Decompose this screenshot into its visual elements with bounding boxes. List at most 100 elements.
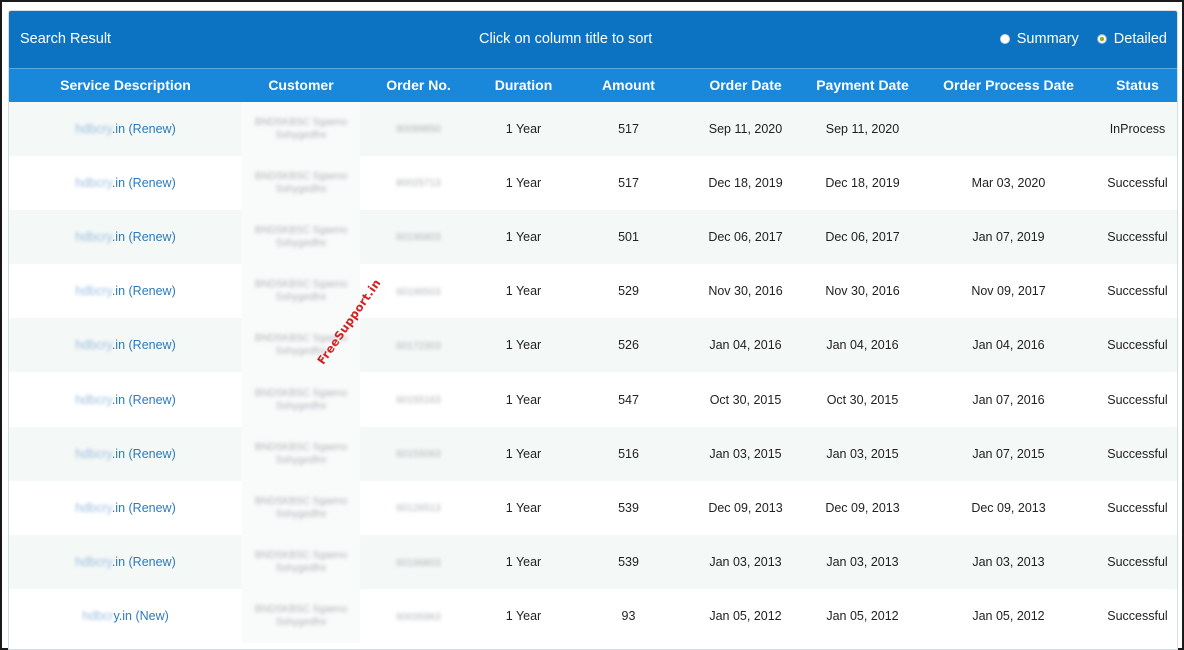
service-name-blurred: hdbcry <box>75 121 112 136</box>
col-header-duration[interactable]: Duration <box>477 68 570 102</box>
status-cell: Successful <box>1096 589 1177 644</box>
service-name-suffix: .in (Renew) <box>111 229 176 244</box>
service-name-suffix: .in (Renew) <box>111 500 176 515</box>
summary-radio-label: Summary <box>1016 31 1079 47</box>
customer-cell: BNDSKBSC Sgaeno Sshygedfre <box>242 209 360 265</box>
order-process-date-cell: Jan 03, 2013 <box>921 535 1096 590</box>
customer-line-1: BNDSKBSC Sgaeno <box>254 495 348 507</box>
customer-line-1: BNDSKBSC Sgaeno <box>254 116 348 128</box>
service-description-cell: hdbcry.in (New) <box>9 589 242 644</box>
customer-name-blurred: BNDSKBSC Sgaeno Sshygedfre <box>255 278 347 304</box>
customer-line-2: Sshygedfre <box>275 400 327 412</box>
service-description-cell: hdbcry.in (Renew) <box>9 318 242 373</box>
customer-line-2: Sshygedfre <box>275 454 327 466</box>
order-no-blurred: 60196803 <box>396 557 441 569</box>
table-row: hdbcry.in (Renew) BNDSKBSC Sgaeno Sshyged… <box>9 480 1177 535</box>
payment-date-cell: Jan 03, 2013 <box>804 535 921 590</box>
service-name-suffix: .in (Renew) <box>111 555 176 570</box>
order-no-blurred: 60196803 <box>396 232 441 244</box>
service-name-suffix: .in (Renew) <box>111 284 176 299</box>
service-link[interactable]: hdbcry.in (Renew) <box>75 122 176 136</box>
duration-cell: 1 Year <box>477 209 570 265</box>
col-header-amount[interactable]: Amount <box>570 68 687 102</box>
service-link[interactable]: hdbcry.in (Renew) <box>75 338 176 352</box>
service-name-blurred: hdbcry <box>75 338 112 353</box>
status-cell: Successful <box>1096 535 1177 590</box>
duration-cell: 1 Year <box>477 264 570 319</box>
col-header-customer[interactable]: Customer <box>242 68 360 102</box>
summary-radio-icon[interactable] <box>999 34 1010 44</box>
customer-line-1: BNDSKBSC Sgaeno <box>254 387 348 399</box>
order-process-date-cell <box>921 101 1096 156</box>
service-name-blurred: hdbcry <box>75 446 112 461</box>
col-header-order-process-date[interactable]: Order Process Date <box>921 68 1096 102</box>
payment-date-cell: Jan 05, 2012 <box>804 589 921 644</box>
customer-cell: BNDSKBSC Sgaeno Sshygedfre <box>242 101 360 156</box>
amount-cell: 501 <box>570 209 687 265</box>
service-link[interactable]: hdbcry.in (Renew) <box>75 393 176 407</box>
order-date-cell: Nov 30, 2016 <box>687 264 804 319</box>
order-no-cell: 60155163 <box>360 372 477 427</box>
customer-line-1: BNDSKBSC Sgaeno <box>254 279 348 291</box>
order-date-cell: Dec 06, 2017 <box>687 209 804 265</box>
order-date-cell: Jan 03, 2015 <box>687 426 804 481</box>
service-name-blurred: hdbcry <box>75 500 112 515</box>
detailed-radio-option[interactable]: Detailed <box>1096 31 1167 47</box>
amount-cell: 539 <box>570 535 687 590</box>
customer-line-2: Sshygedfre <box>275 237 327 249</box>
col-header-order-no[interactable]: Order No. <box>360 68 477 102</box>
service-name-suffix: .in (Renew) <box>111 338 176 353</box>
summary-radio-option[interactable]: Summary <box>999 31 1079 47</box>
order-process-date-cell: Jan 07, 2016 <box>921 372 1096 427</box>
col-header-service-description[interactable]: Service Description <box>9 68 242 102</box>
payment-date-cell: Dec 09, 2013 <box>804 480 921 535</box>
service-description-cell: hdbcry.in (Renew) <box>9 535 242 590</box>
order-no-blurred: 60155163 <box>396 395 441 407</box>
service-link[interactable]: hdbcry.in (Renew) <box>75 447 176 461</box>
amount-cell: 516 <box>570 426 687 481</box>
col-header-order-date[interactable]: Order Date <box>687 68 804 102</box>
order-no-cell: 60196803 <box>360 209 477 265</box>
payment-date-cell: Jan 03, 2015 <box>804 426 921 481</box>
table-row: hdbcry.in (Renew) BNDSKBSC Sgaeno Sshyged… <box>9 535 1177 590</box>
service-name-suffix: .in (Renew) <box>111 446 176 461</box>
service-link[interactable]: hdbcry.in (New) <box>82 609 169 623</box>
duration-cell: 1 Year <box>477 480 570 535</box>
order-date-cell: Sep 11, 2020 <box>687 101 804 156</box>
detailed-radio-icon[interactable] <box>1096 34 1107 44</box>
customer-line-2: Sshygedfre <box>275 183 327 195</box>
col-header-status[interactable]: Status <box>1096 68 1177 102</box>
service-description-cell: hdbcry.in (Renew) <box>9 101 242 156</box>
customer-cell: BNDSKBSC Sgaeno Sshygedfre <box>242 535 360 590</box>
customer-line-1: BNDSKBSC Sgaeno <box>254 170 348 182</box>
service-link[interactable]: hdbcry.in (Renew) <box>75 284 176 298</box>
table-row: hdbcry.in (Renew) BNDSKBSC Sgaeno Sshyged… <box>9 101 1177 156</box>
customer-name-blurred: BNDSKBSC Sgaeno Sshygedfre <box>255 116 347 142</box>
status-cell: InProcess <box>1096 101 1177 156</box>
service-name-blurred: hdbcry <box>75 555 112 570</box>
customer-line-2: Sshygedfre <box>275 563 327 575</box>
order-no-cell: 60155063 <box>360 426 477 481</box>
service-name-suffix: .in (Renew) <box>111 392 176 407</box>
panel-title: Search Result <box>20 31 112 47</box>
service-link[interactable]: hdbcry.in (Renew) <box>75 555 176 569</box>
service-link[interactable]: hdbcry.in (Renew) <box>75 176 176 190</box>
service-description-cell: hdbcry.in (Renew) <box>9 209 242 265</box>
customer-name-blurred: BNDSKBSC Sgaeno Sshygedfre <box>255 170 347 196</box>
customer-line-2: Sshygedfre <box>275 129 327 141</box>
order-no-blurred: 80099850 <box>396 124 441 136</box>
duration-cell: 1 Year <box>477 101 570 156</box>
customer-name-blurred: BNDSKBSC Sgaeno Sshygedfre <box>255 387 347 413</box>
header-row: Service Description Customer Order No. D… <box>9 68 1177 102</box>
amount-cell: 539 <box>570 480 687 535</box>
results-body: hdbcry.in (Renew) BNDSKBSC Sgaeno Sshyged… <box>9 101 1177 644</box>
customer-name-blurred: BNDSKBSC Sgaeno Sshygedfre <box>255 495 347 521</box>
col-header-payment-date[interactable]: Payment Date <box>804 68 921 102</box>
order-process-date-cell: Jan 04, 2016 <box>921 318 1096 373</box>
amount-cell: 526 <box>570 318 687 373</box>
service-link[interactable]: hdbcry.in (Renew) <box>75 230 176 244</box>
service-link[interactable]: hdbcry.in (Renew) <box>75 501 176 515</box>
customer-cell: BNDSKBSC Sgaeno Sshygedfre <box>242 480 360 535</box>
duration-cell: 1 Year <box>477 589 570 644</box>
order-no-blurred: 60172303 <box>396 340 441 352</box>
